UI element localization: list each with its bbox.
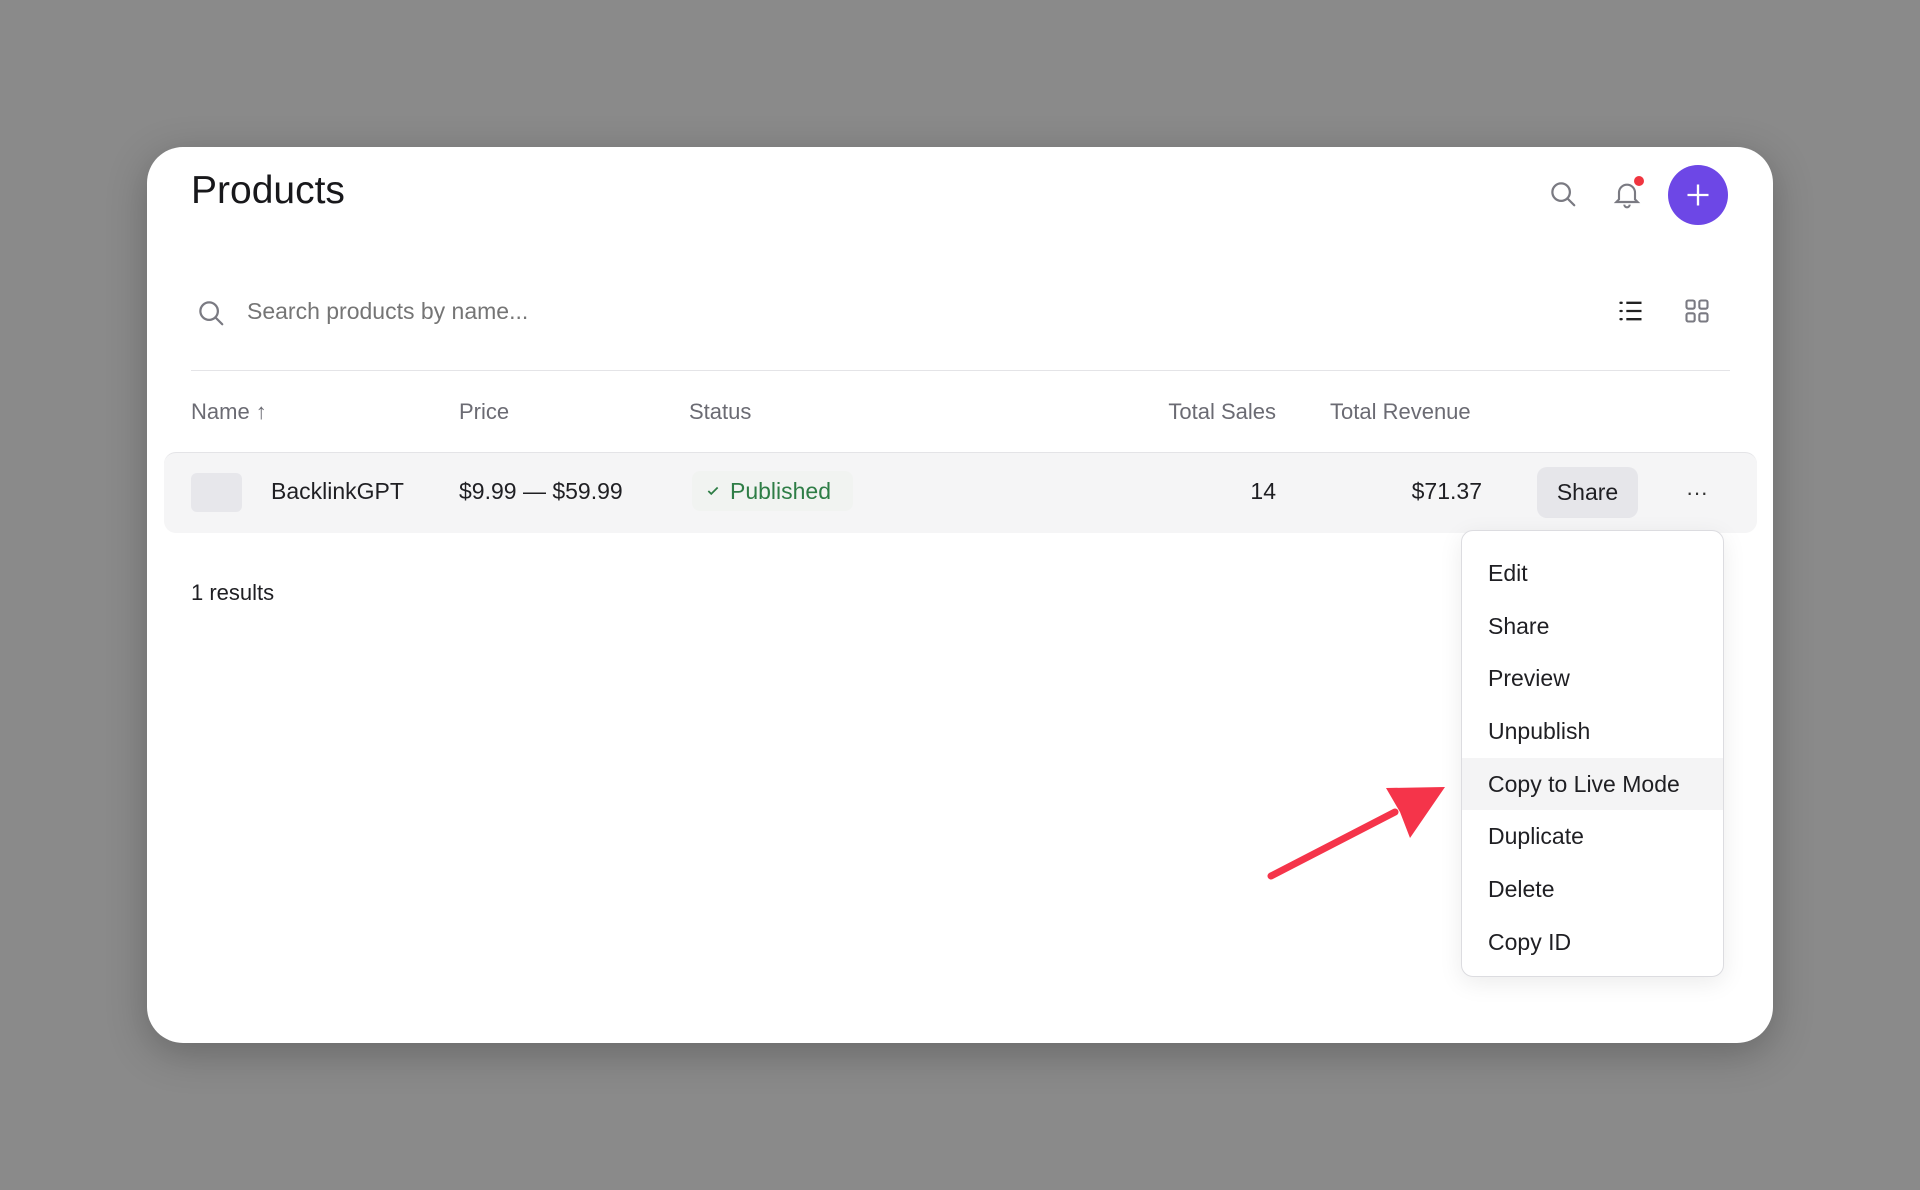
annotation-arrow-icon [1267,787,1445,880]
